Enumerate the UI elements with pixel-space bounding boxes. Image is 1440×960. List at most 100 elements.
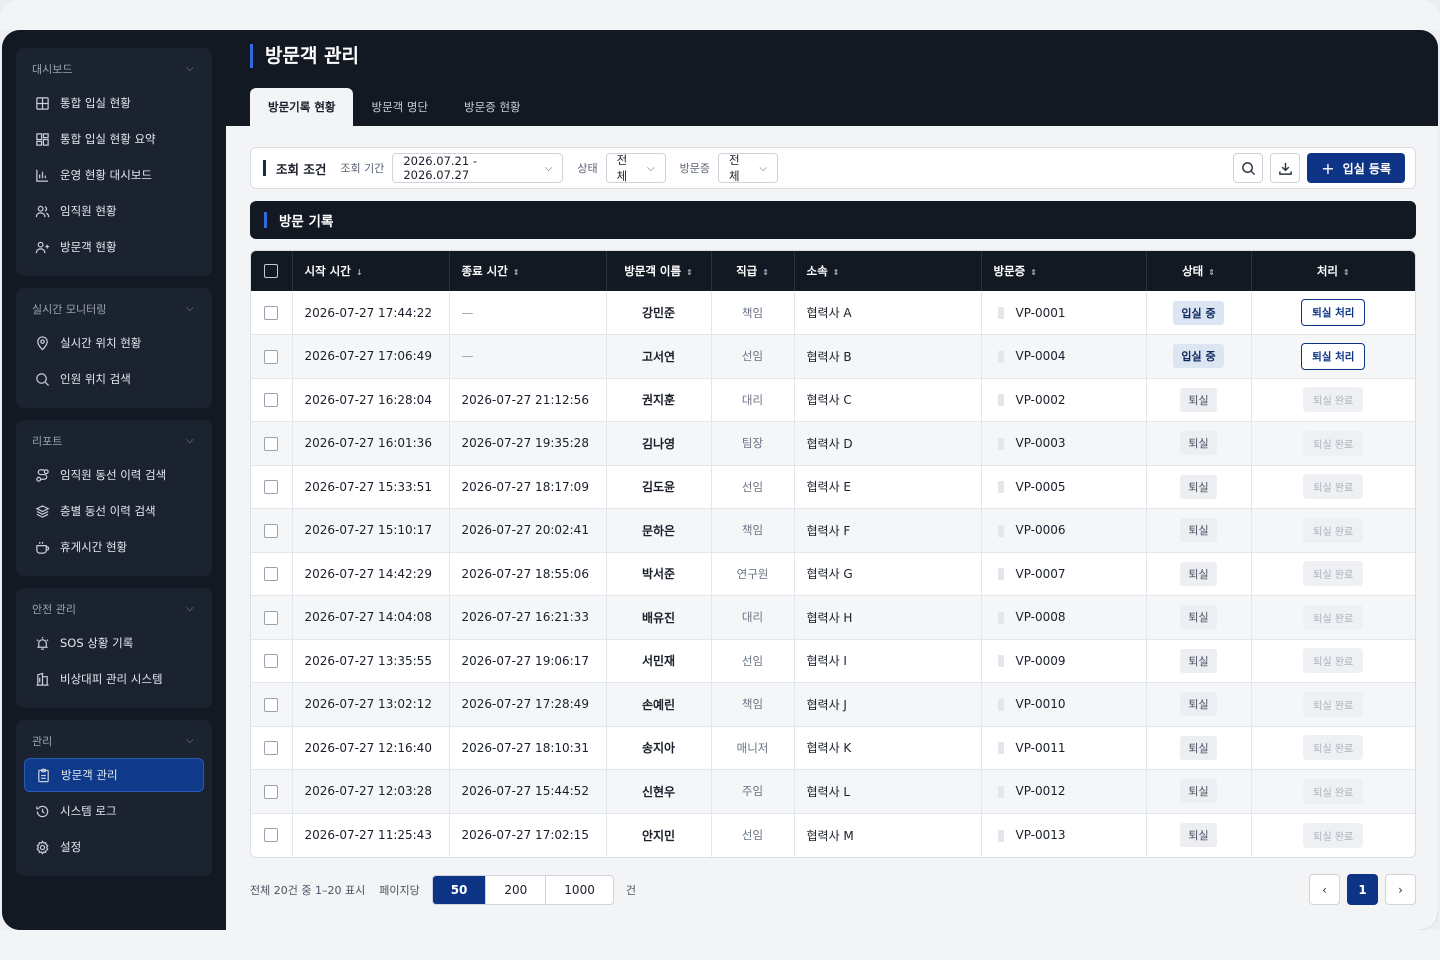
- table-row[interactable]: 2026-07-27 16:28:04 2026-07-27 21:12:56 권지…: [251, 378, 1415, 422]
- sidebar-item[interactable]: 휴게시간 현황: [24, 530, 204, 564]
- status-cell: 퇴실: [1146, 769, 1252, 814]
- row-checkbox[interactable]: [264, 523, 279, 538]
- sidebar-item[interactable]: 인원 위치 검색: [24, 362, 204, 396]
- checkout-button[interactable]: 퇴실 처리: [1301, 342, 1366, 370]
- table-row[interactable]: 2026-07-27 17:06:49— 고서연 선임 협력사 B VP-0004 입실 …: [251, 334, 1415, 379]
- status-cell: 퇴실: [1146, 813, 1252, 857]
- table-row[interactable]: 2026-07-27 15:10:17 2026-07-27 20:02:41 문하…: [251, 508, 1415, 553]
- status-cell: 퇴실: [1146, 421, 1252, 466]
- page-1-button[interactable]: 1: [1347, 874, 1378, 905]
- table-row[interactable]: 2026-07-27 12:03:28 2026-07-27 15:44:52 신현…: [251, 769, 1415, 814]
- chevron-down-icon: ⌵: [186, 303, 194, 314]
- row-checkbox[interactable]: [264, 697, 279, 712]
- sidebar-item[interactable]: 층별 동선 이력 검색: [24, 494, 204, 528]
- tab-visit-records[interactable]: 방문기록 현황: [250, 88, 354, 126]
- sidebar-item[interactable]: 실시간 위치 현황: [24, 326, 204, 360]
- filter-title: 조회 조건: [276, 161, 327, 177]
- pass-select[interactable]: 전체 ⌵: [717, 153, 778, 183]
- col-visitor-name[interactable]: 방문객 이름 ⇕: [606, 251, 712, 291]
- start-time-cell: 2026-07-27 13:02:12: [292, 682, 450, 727]
- rank-cell: 선임: [711, 813, 795, 857]
- pass-cell: VP-0012: [981, 769, 1147, 814]
- table-row[interactable]: 2026-07-27 13:02:12 2026-07-27 17:28:49 손예…: [251, 682, 1415, 727]
- sidebar-group-header[interactable]: 안전 관리 ⌵: [24, 596, 204, 622]
- visitor-name-cell: 송지아: [606, 726, 712, 770]
- sidebar-item[interactable]: 통합 입실 현황 요약: [24, 122, 204, 156]
- table-row[interactable]: 2026-07-27 17:44:22— 강민준 책임 협력사 A VP-0001 입실 …: [251, 291, 1415, 335]
- col-action[interactable]: 처리 ⇕: [1251, 251, 1415, 291]
- sidebar-item[interactable]: 통합 입실 현황: [24, 86, 204, 120]
- sidebar-item[interactable]: 시스템 로그: [24, 794, 204, 828]
- row-checkbox[interactable]: [264, 654, 279, 668]
- col-pass[interactable]: 방문증 ⇕: [981, 251, 1147, 291]
- sidebar-item-label: 임직원 현황: [60, 204, 117, 218]
- sidebar-group-header[interactable]: 실시간 모니터링 ⌵: [24, 296, 204, 322]
- status-cell: 입실 중: [1146, 291, 1252, 335]
- table-row[interactable]: 2026-07-27 14:42:29 2026-07-27 18:55:06 박서…: [251, 552, 1415, 596]
- col-start-time[interactable]: 시작 시간 ↓: [292, 251, 450, 291]
- prev-page-button[interactable]: ‹: [1309, 874, 1340, 905]
- row-checkbox[interactable]: [264, 436, 279, 451]
- row-checkbox[interactable]: [264, 567, 279, 581]
- chevron-down-icon: ⌵: [544, 162, 553, 174]
- visitor-name-cell: 신현우: [606, 769, 712, 814]
- sidebar-item[interactable]: 방문객 현황: [24, 230, 204, 264]
- table-row[interactable]: 2026-07-27 12:16:40 2026-07-27 18:10:31 송지…: [251, 726, 1415, 770]
- sidebar-item-label: 인원 위치 검색: [60, 372, 131, 386]
- rank-cell: 연구원: [711, 552, 795, 596]
- sidebar: 대시보드 ⌵ 통합 입실 현황 통합 입실 현황 요약 운영 현황 대시보드 임직원 현황…: [2, 30, 226, 930]
- row-checkbox[interactable]: [264, 784, 279, 799]
- table-row[interactable]: 2026-07-27 16:01:36 2026-07-27 19:35:28 김나…: [251, 421, 1415, 466]
- pass-card-icon: [997, 655, 1004, 668]
- page-size-1000[interactable]: 1000: [546, 876, 613, 904]
- download-button[interactable]: [1270, 153, 1301, 183]
- register-entry-button[interactable]: + 입실 등록: [1307, 153, 1405, 183]
- sidebar-item[interactable]: 운영 현황 대시보드: [24, 158, 204, 192]
- col-status[interactable]: 상태 ⇕: [1146, 251, 1252, 291]
- organization-cell: 협력사 C: [794, 378, 982, 422]
- route-icon: [34, 467, 50, 483]
- sidebar-group-header[interactable]: 리포트 ⌵: [24, 428, 204, 454]
- row-checkbox[interactable]: [264, 480, 279, 494]
- sidebar-group-header[interactable]: 대시보드 ⌵: [24, 56, 204, 82]
- table-row[interactable]: 2026-07-27 15:33:51 2026-07-27 18:17:09 김도…: [251, 465, 1415, 509]
- row-checkbox[interactable]: [264, 305, 279, 320]
- sidebar-item-label: 방문객 관리: [61, 768, 118, 782]
- row-checkbox[interactable]: [264, 828, 279, 843]
- rank-cell: 대리: [711, 378, 795, 422]
- col-organization[interactable]: 소속 ⇕: [794, 251, 982, 291]
- next-page-button[interactable]: ›: [1385, 874, 1416, 905]
- page-size-50[interactable]: 50: [432, 875, 487, 904]
- select-all-checkbox[interactable]: [264, 264, 279, 279]
- status-badge: 퇴실: [1180, 518, 1217, 543]
- col-rank[interactable]: 직급 ⇕: [711, 251, 795, 291]
- search-button[interactable]: [1233, 153, 1264, 183]
- action-cell: 퇴실 처리: [1251, 291, 1415, 335]
- sidebar-item-label: 실시간 위치 현황: [60, 336, 142, 350]
- table-row[interactable]: 2026-07-27 14:04:08 2026-07-27 16:21:33 배유…: [251, 595, 1415, 640]
- sidebar-item[interactable]: 방문객 관리: [24, 758, 204, 792]
- row-checkbox[interactable]: [264, 610, 279, 625]
- tab-pass-status[interactable]: 방문증 현황: [446, 88, 539, 126]
- col-end-time[interactable]: 종료 시간 ⇕: [449, 251, 607, 291]
- sidebar-item[interactable]: 임직원 동선 이력 검색: [24, 458, 204, 492]
- checkout-button[interactable]: 퇴실 처리: [1301, 299, 1366, 326]
- table-row[interactable]: 2026-07-27 13:35:55 2026-07-27 19:06:17 서민…: [251, 639, 1415, 683]
- sidebar-group-title: 대시보드: [32, 63, 73, 76]
- status-select[interactable]: 전체 ⌵: [605, 153, 666, 183]
- table-row[interactable]: 2026-07-27 11:25:43 2026-07-27 17:02:15 안지…: [251, 813, 1415, 857]
- sidebar-item[interactable]: 비상대피 관리 시스템: [24, 662, 204, 696]
- pass-card-icon: [997, 568, 1004, 581]
- page-size-200[interactable]: 200: [486, 875, 547, 904]
- row-checkbox[interactable]: [264, 741, 279, 755]
- checkout-done-button: 퇴실 완료: [1303, 430, 1364, 456]
- sidebar-item[interactable]: 설정: [24, 830, 204, 864]
- sidebar-item-label: 시스템 로그: [60, 804, 117, 818]
- period-select[interactable]: 2026.07.21 - 2026.07.27 ⌵: [392, 153, 564, 183]
- row-checkbox[interactable]: [264, 349, 279, 364]
- sidebar-item[interactable]: 임직원 현황: [24, 194, 204, 228]
- row-checkbox[interactable]: [264, 393, 279, 407]
- tab-visitor-list[interactable]: 방문객 명단: [353, 88, 446, 126]
- sidebar-item[interactable]: SOS 상황 기록: [24, 626, 204, 660]
- sidebar-group-header[interactable]: 관리 ⌵: [24, 728, 204, 754]
